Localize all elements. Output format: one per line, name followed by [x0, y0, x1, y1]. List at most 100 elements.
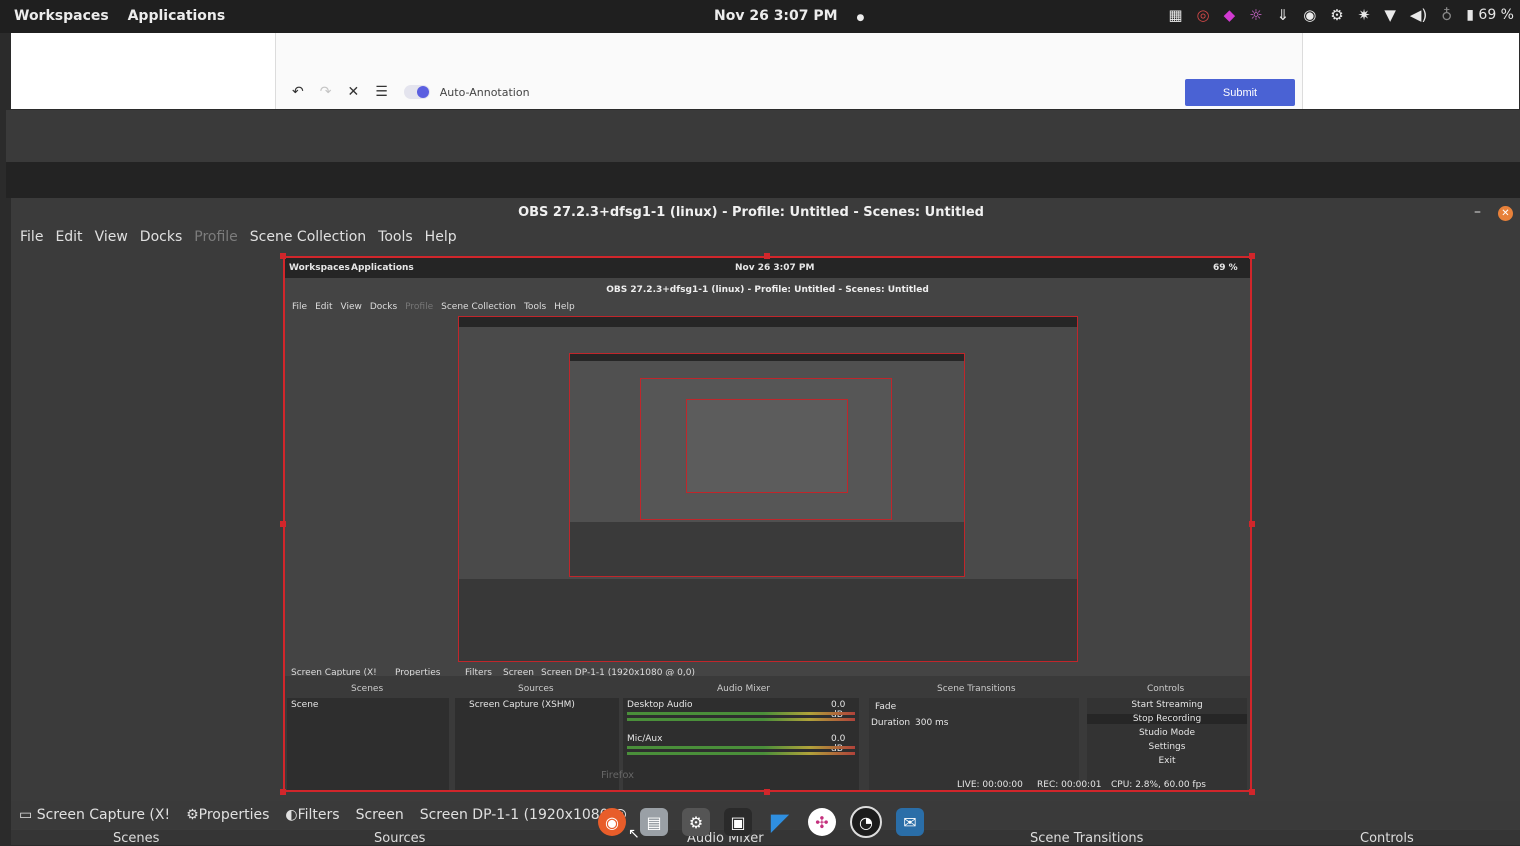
nested-menu-scene-collection: Scene Collection — [441, 302, 516, 312]
terminal-icon[interactable]: ▣ — [724, 808, 752, 836]
slack-tray-icon[interactable]: ◆ — [1224, 6, 1236, 24]
nested-preview-level-5 — [686, 399, 848, 493]
nested-obs-title: OBS 27.2.3+dfsg1-1 (linux) - Profile: Un… — [606, 285, 929, 295]
nested-workspaces: Workspaces — [289, 263, 350, 273]
filters-button[interactable]: ◐Filters — [285, 807, 339, 823]
resize-handle[interactable] — [764, 253, 770, 259]
nested-preview-level-2 — [458, 316, 1078, 662]
nested-mixer-panel: Desktop Audio 0.0 dB Mic/Aux 0.0 dB — [623, 698, 859, 790]
resize-handle[interactable] — [1249, 789, 1255, 795]
slack-icon[interactable]: ✣ — [808, 808, 836, 836]
battery-label: 69 % — [1478, 7, 1514, 23]
notification-dot: ● — [856, 13, 865, 23]
nested-start-streaming: Start Streaming — [1131, 700, 1203, 710]
nested-desktop-meter — [627, 712, 855, 715]
menu-profile[interactable]: Profile — [194, 229, 238, 245]
taskbar-dock: ◉ ▤ ⚙ ▣ ◤ ✣ ◔ ✉ — [598, 800, 924, 844]
sources-header: Sources — [374, 831, 426, 846]
menu-scene-collection[interactable]: Scene Collection — [250, 229, 366, 245]
submit-button[interactable]: Submit — [1185, 79, 1295, 106]
menu-docks[interactable]: Docks — [140, 229, 182, 245]
menu-edit[interactable]: Edit — [55, 229, 82, 245]
nested-top-bar: Workspaces Applications Nov 26 3:07 PM 6… — [285, 258, 1250, 278]
nested-firefox-tooltip: Firefox — [601, 770, 635, 781]
resize-handle[interactable] — [1249, 253, 1255, 259]
minimize-icon[interactable]: – — [1474, 204, 1481, 220]
properties-label: Properties — [198, 807, 270, 823]
menu-view[interactable]: View — [95, 229, 128, 245]
microphone-icon[interactable]: ♁ — [1441, 6, 1452, 24]
nested-menu-docks: Docks — [369, 302, 398, 312]
nested-cpu: CPU: 2.8%, 60.00 fps — [1111, 780, 1206, 790]
menu-file[interactable]: File — [20, 229, 43, 245]
clear-icon[interactable]: ✕ — [347, 84, 359, 100]
wifi-icon[interactable]: ▼ — [1384, 6, 1396, 24]
resize-handle[interactable] — [280, 253, 286, 259]
nested-menu-edit: Edit — [315, 302, 333, 312]
resize-handle[interactable] — [280, 521, 286, 527]
source-name[interactable]: ▭ Screen Capture (X! — [19, 807, 170, 823]
clock[interactable]: Nov 26 3:07 PM ● — [714, 8, 864, 24]
puzzle-icon[interactable]: ☼ — [1249, 6, 1262, 24]
nested-sources-panel: Screen Capture (XSHM) — [455, 698, 619, 790]
download-icon[interactable]: ⇓ — [1277, 6, 1290, 24]
nested-scenes-panel: Scene — [287, 698, 449, 790]
vscode-icon[interactable]: ◤ — [766, 808, 794, 836]
nested-docks: Scenes Scene Sources Screen Capture (XSH… — [285, 676, 1250, 790]
adjust-icon[interactable]: ☰ — [375, 84, 388, 100]
nested-controls-header: Controls — [1147, 684, 1185, 694]
nested-stop-recording: Stop Recording — [1087, 714, 1247, 724]
menu-help[interactable]: Help — [425, 229, 457, 245]
files-icon[interactable]: ▤ — [640, 808, 668, 836]
nested-mixer-header: Audio Mixer — [717, 684, 770, 694]
redo-icon[interactable]: ↷ — [320, 84, 332, 100]
settings-icon[interactable]: ⚙ — [682, 808, 710, 836]
nested-transitions-panel: Fade Duration 300 ms — [869, 698, 1079, 790]
nested-desktop-db: 0.0 dB — [831, 700, 846, 720]
nested-battery: 69 % — [1213, 263, 1238, 273]
disk-icon[interactable]: ◉ — [1303, 6, 1316, 24]
properties-button[interactable]: ⚙Properties — [186, 807, 269, 823]
nested-mic-db: 0.0 dB — [831, 734, 846, 754]
nested-level-3-topbar — [570, 354, 964, 361]
nested-menu-help: Help — [554, 302, 575, 312]
top-bar-left: Workspaces Applications — [14, 8, 239, 24]
resize-handle[interactable] — [1249, 521, 1255, 527]
obs-preview-canvas[interactable]: Workspaces Applications Nov 26 3:07 PM 6… — [283, 256, 1252, 792]
resize-handle[interactable] — [764, 789, 770, 795]
screen-label: Screen — [355, 807, 404, 823]
nested-exit: Exit — [1158, 756, 1176, 766]
volume-icon[interactable]: ◀) — [1410, 6, 1427, 24]
mouse-cursor-icon: ↖ — [628, 826, 640, 842]
mail-icon[interactable]: ✉ — [896, 808, 924, 836]
screen-select[interactable]: Screen DP-1-1 (1920x1080 @ — [420, 807, 627, 823]
undo-icon[interactable]: ↶ — [292, 84, 304, 100]
brightness-icon[interactable]: ✷ — [1358, 6, 1371, 24]
annotation-tools: ↶ ↷ ✕ ☰ Auto-Annotation — [292, 84, 530, 100]
workspace-grid-icon[interactable]: ▦ — [1168, 6, 1182, 24]
settings-gear-icon[interactable]: ⚙ — [1330, 6, 1343, 24]
firefox-icon[interactable]: ◉ — [598, 808, 626, 836]
nested-applications: Applications — [351, 263, 414, 273]
nested-menu-view: View — [340, 302, 362, 312]
nested-transitions-header: Scene Transitions — [937, 684, 1016, 694]
source-name-label: Screen Capture (X! — [36, 807, 171, 823]
applications-menu[interactable]: Applications — [128, 8, 226, 24]
menu-tools[interactable]: Tools — [378, 229, 413, 245]
resize-handle[interactable] — [280, 789, 286, 795]
nested-controls-panel: Start Streaming Stop Recording Studio Mo… — [1087, 698, 1247, 790]
datetime-label: Nov 26 3:07 PM — [714, 8, 838, 24]
nested-menubar: File Edit View Docks Profile Scene Colle… — [292, 302, 575, 312]
filter-icon: ◐ — [285, 807, 298, 823]
obs-icon[interactable]: ◔ — [850, 806, 882, 838]
nested-desktop-meter-2 — [627, 718, 855, 721]
auto-annotation-toggle[interactable] — [403, 85, 430, 99]
tracker-icon[interactable]: ◎ — [1197, 6, 1210, 24]
battery-icon: ▮ — [1466, 7, 1474, 23]
workspaces-menu[interactable]: Workspaces — [14, 8, 109, 24]
close-icon[interactable]: ✕ — [1498, 206, 1513, 221]
controls-header: Controls — [1360, 831, 1414, 846]
obs-menubar: File Edit View Docks Profile Scene Colle… — [20, 229, 457, 245]
nested-desktop-audio: Desktop Audio — [627, 700, 693, 710]
battery-status[interactable]: ▮ 69 % — [1466, 7, 1514, 23]
